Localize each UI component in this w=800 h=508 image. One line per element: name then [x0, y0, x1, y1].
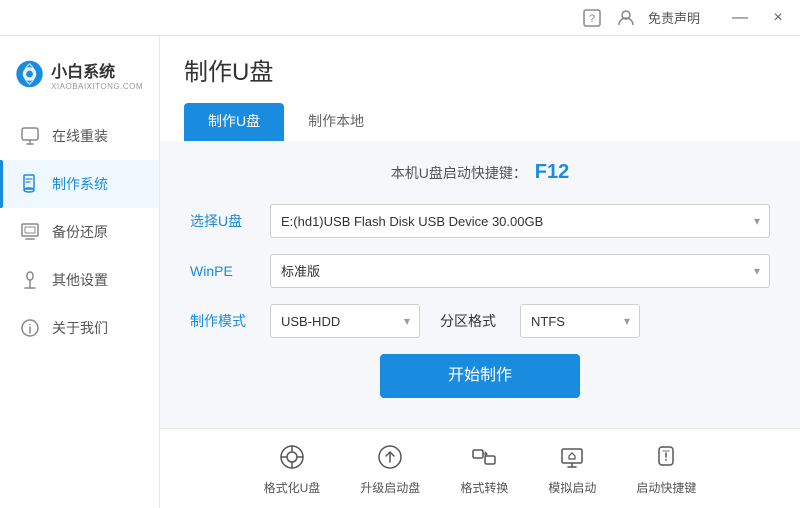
sidebar-item-other-settings[interactable]: 其他设置 [0, 256, 159, 304]
upgrade-boot-label: 升级启动盘 [360, 479, 420, 496]
mode-group: 制作模式 USB-HDD ▾ [190, 304, 420, 338]
bottom-item-boot-shortcut[interactable]: 启动快捷键 [636, 441, 696, 496]
content-area: 制作U盘 制作U盘 制作本地 本机U盘启动快捷键： F12 选择U盘 E:(hd… [160, 36, 800, 508]
format-usb-icon [276, 441, 308, 473]
upgrade-boot-icon [374, 441, 406, 473]
mode-partition-row: 制作模式 USB-HDD ▾ 分区格式 NTFS ▾ [190, 304, 770, 338]
bottom-item-upgrade-boot[interactable]: 升级启动盘 [360, 441, 420, 496]
logo-text-block: 小白系统 XIAOBAIXITONG.COM [51, 58, 143, 91]
winpe-dropdown[interactable]: 标准版 [270, 254, 770, 288]
format-convert-label: 格式转换 [460, 479, 508, 496]
online-reinstall-icon [20, 126, 40, 146]
title-bar-icons: ? 免责声明 — × [580, 4, 792, 32]
bottom-toolbar: 格式化U盘 升级启动盘 [160, 428, 800, 508]
sidebar-label-online-reinstall: 在线重装 [52, 126, 108, 146]
user-icon[interactable] [614, 6, 638, 30]
tabs: 制作U盘 制作本地 [184, 103, 776, 141]
logo-icon [16, 56, 43, 92]
title-bar: ? 免责声明 — × [0, 0, 800, 36]
shortcut-key: F12 [535, 161, 569, 183]
backup-restore-icon [20, 222, 40, 242]
logo-title: 小白系统 [51, 58, 143, 82]
sidebar-label-make-system: 制作系统 [52, 174, 108, 194]
shortcut-prefix: 本机U盘启动快捷键： [391, 165, 527, 181]
app-body: 小白系统 XIAOBAIXITONG.COM 在线重装 制作系统 [0, 36, 800, 508]
page-title-row: 制作U盘 [184, 52, 776, 87]
start-button[interactable]: 开始制作 [380, 354, 580, 398]
logo-subtitle: XIAOBAIXITONG.COM [51, 82, 143, 91]
page-header: 制作U盘 制作U盘 制作本地 [160, 36, 800, 141]
shortcut-hint: 本机U盘启动快捷键： F12 [190, 161, 770, 184]
partition-group: 分区格式 NTFS ▾ [440, 304, 640, 338]
form-area: 本机U盘启动快捷键： F12 选择U盘 E:(hd1)USB Flash Dis… [160, 141, 800, 428]
about-us-icon [20, 318, 40, 338]
boot-shortcut-label: 启动快捷键 [636, 479, 696, 496]
select-usb-control: E:(hd1)USB Flash Disk USB Device 30.00GB… [270, 204, 770, 238]
format-convert-icon [468, 441, 500, 473]
tab-make-usb[interactable]: 制作U盘 [184, 103, 284, 141]
sidebar-item-about-us[interactable]: 关于我们 [0, 304, 159, 352]
sidebar-item-online-reinstall[interactable]: 在线重装 [0, 112, 159, 160]
sidebar-item-backup-restore[interactable]: 备份还原 [0, 208, 159, 256]
boot-shortcut-icon [650, 441, 682, 473]
other-settings-icon [20, 270, 40, 290]
partition-label: 分区格式 [440, 311, 510, 331]
page-title: 制作U盘 [184, 52, 273, 87]
partition-dropdown[interactable]: NTFS [520, 304, 640, 338]
make-system-icon [20, 174, 40, 194]
simulate-boot-icon [556, 441, 588, 473]
tab-make-local[interactable]: 制作本地 [284, 103, 388, 141]
close-button[interactable]: × [764, 4, 792, 32]
select-usb-row: 选择U盘 E:(hd1)USB Flash Disk USB Device 30… [190, 204, 770, 238]
bottom-item-simulate-boot[interactable]: 模拟启动 [548, 441, 596, 496]
logo-area: 小白系统 XIAOBAIXITONG.COM [0, 46, 159, 112]
svg-text:?: ? [589, 13, 595, 25]
help-icon[interactable]: ? [580, 6, 604, 30]
sidebar-label-backup-restore: 备份还原 [52, 222, 108, 242]
select-usb-label: 选择U盘 [190, 211, 270, 231]
free-label[interactable]: 免责声明 [648, 8, 700, 27]
winpe-label: WinPE [190, 263, 270, 279]
bottom-item-format-convert[interactable]: 格式转换 [460, 441, 508, 496]
sidebar-label-other-settings: 其他设置 [52, 270, 108, 290]
winpe-row: WinPE 标准版 ▾ [190, 254, 770, 288]
mode-label: 制作模式 [190, 311, 270, 331]
simulate-boot-label: 模拟启动 [548, 479, 596, 496]
winpe-control: 标准版 ▾ [270, 254, 770, 288]
sidebar: 小白系统 XIAOBAIXITONG.COM 在线重装 制作系统 [0, 36, 160, 508]
bottom-item-format-usb[interactable]: 格式化U盘 [264, 441, 321, 496]
mode-dropdown[interactable]: USB-HDD [270, 304, 420, 338]
sidebar-label-about-us: 关于我们 [52, 318, 108, 338]
select-usb-dropdown[interactable]: E:(hd1)USB Flash Disk USB Device 30.00GB [270, 204, 770, 238]
format-usb-label: 格式化U盘 [264, 479, 321, 496]
minimize-button[interactable]: — [726, 4, 754, 32]
sidebar-item-make-system[interactable]: 制作系统 [0, 160, 159, 208]
